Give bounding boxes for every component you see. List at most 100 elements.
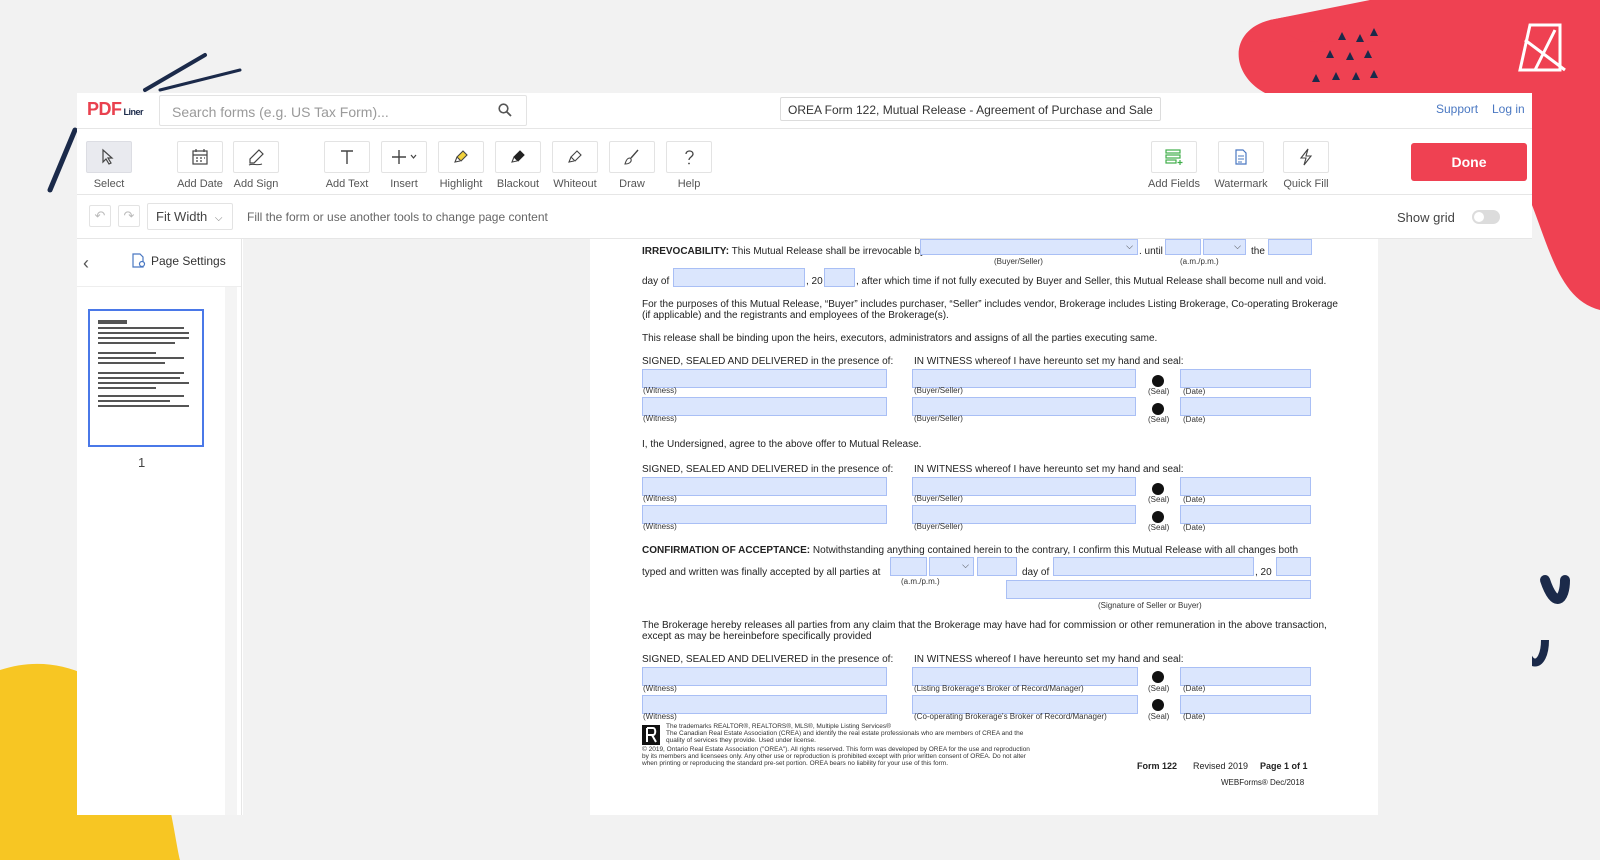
accept-day-field[interactable] bbox=[977, 557, 1017, 576]
witness-field-3b[interactable] bbox=[642, 695, 887, 714]
witness-caption: (Witness) bbox=[643, 386, 677, 395]
highlight-label: Highlight bbox=[439, 178, 483, 190]
until-text: . until bbox=[1139, 246, 1163, 257]
login-link[interactable]: Log in bbox=[1492, 102, 1525, 116]
seal-icon bbox=[1152, 671, 1164, 683]
search-input[interactable]: Search forms (e.g. US Tax Form)... bbox=[159, 95, 527, 126]
quick-fill-tool[interactable]: Quick Fill bbox=[1277, 141, 1335, 190]
add-text-label: Add Text bbox=[325, 178, 369, 190]
zoom-select[interactable]: Fit Width ⌵ bbox=[147, 203, 233, 230]
day-field[interactable] bbox=[1268, 239, 1312, 255]
date-caption: (Date) bbox=[1183, 684, 1206, 693]
thumb-line bbox=[98, 327, 185, 329]
highlight-tool[interactable]: Highlight bbox=[432, 141, 490, 190]
logo-text: PDF bbox=[87, 99, 122, 119]
thumb-line bbox=[98, 337, 190, 339]
add-fields-tool[interactable]: Add Fields bbox=[1145, 141, 1203, 190]
thumb-line bbox=[98, 387, 156, 389]
add-text-tool[interactable]: Add Text bbox=[318, 141, 376, 190]
accept-month-field[interactable] bbox=[1053, 557, 1254, 576]
app-window: PDF Liner Search forms (e.g. US Tax Form)… bbox=[77, 93, 1532, 815]
after-text: , after which time if not fully executed… bbox=[856, 276, 1327, 287]
chevron-down-icon: ⌵ bbox=[1126, 241, 1133, 251]
blackout-tool[interactable]: Blackout bbox=[489, 141, 547, 190]
lightning-icon bbox=[1299, 148, 1313, 166]
page-thumbnail[interactable] bbox=[88, 309, 204, 447]
day-of-text: day of bbox=[642, 276, 670, 287]
show-grid-toggle[interactable] bbox=[1472, 210, 1500, 224]
undo-button[interactable]: ↶ bbox=[89, 205, 111, 227]
accept-ampm-select[interactable]: ⌵ bbox=[929, 557, 974, 576]
select-tool[interactable]: Select bbox=[80, 141, 138, 190]
thumb-line bbox=[98, 320, 127, 324]
signature-field[interactable] bbox=[1006, 580, 1311, 599]
date-field-1a[interactable] bbox=[1180, 369, 1311, 388]
date-field-2b[interactable] bbox=[1180, 505, 1311, 524]
witness-field-1b[interactable] bbox=[642, 397, 887, 416]
calendar-icon bbox=[192, 149, 208, 165]
seal-caption: (Seal) bbox=[1148, 712, 1170, 721]
quick-fill-label: Quick Fill bbox=[1283, 178, 1329, 190]
witness-field-1a[interactable] bbox=[642, 369, 887, 388]
search-icon[interactable] bbox=[498, 103, 512, 117]
insert-tool[interactable]: Insert bbox=[375, 141, 433, 190]
watermark-tool[interactable]: Watermark bbox=[1212, 141, 1270, 190]
witness-field-3a[interactable] bbox=[642, 667, 887, 686]
signature-caption: (Signature of Seller or Buyer) bbox=[1098, 601, 1202, 610]
support-link[interactable]: Support bbox=[1436, 102, 1478, 116]
year-field[interactable] bbox=[824, 268, 855, 287]
buyer-seller-select[interactable]: ⌵ bbox=[920, 239, 1138, 255]
done-button[interactable]: Done bbox=[1411, 143, 1527, 181]
accept-time-field[interactable] bbox=[890, 557, 927, 576]
question-icon bbox=[685, 150, 694, 165]
show-grid-label: Show grid bbox=[1397, 210, 1455, 225]
date-field-2a[interactable] bbox=[1180, 477, 1311, 496]
time-field[interactable] bbox=[1165, 239, 1201, 255]
pdfliner-logo[interactable]: PDF Liner bbox=[87, 99, 144, 120]
seal-caption: (Seal) bbox=[1148, 495, 1170, 504]
add-date-tool[interactable]: Add Date bbox=[171, 141, 229, 190]
pages-sidebar: ‹ Page Settings 1 bbox=[77, 239, 242, 815]
witness-caption: (Witness) bbox=[643, 494, 677, 503]
whiteout-tool[interactable]: Whiteout bbox=[546, 141, 604, 190]
fine-print-6: when printing or reproducing the standar… bbox=[642, 760, 949, 767]
ampm-select[interactable]: ⌵ bbox=[1203, 239, 1246, 255]
undo-icon: ↶ bbox=[94, 208, 106, 223]
add-sign-tool[interactable]: Add Sign bbox=[227, 141, 285, 190]
chevron-down-icon: ⌵ bbox=[1234, 241, 1241, 251]
sidebar-header: ‹ Page Settings bbox=[77, 239, 241, 287]
undersigned-text: I, the Undersigned, agree to the above o… bbox=[642, 439, 922, 450]
thumb-line bbox=[98, 405, 190, 407]
ampm-caption: (a.m./p.m.) bbox=[901, 577, 940, 586]
seal-caption: (Seal) bbox=[1148, 523, 1170, 532]
highlighter-icon bbox=[454, 150, 468, 163]
page-number: 1 bbox=[138, 455, 146, 470]
irrevocability-text: This Mutual Release shall be irrevocable… bbox=[731, 246, 926, 257]
draw-tool[interactable]: Draw bbox=[603, 141, 661, 190]
top-bar: PDF Liner Search forms (e.g. US Tax Form)… bbox=[77, 93, 1532, 129]
listing-broker-caption: (Listing Brokerage's Broker of Record/Ma… bbox=[914, 684, 1084, 693]
seal-caption: (Seal) bbox=[1148, 387, 1170, 396]
witness-caption: (Witness) bbox=[643, 414, 677, 423]
date-caption: (Date) bbox=[1183, 495, 1206, 504]
the-text: the bbox=[1251, 246, 1265, 257]
collapse-sidebar-button[interactable]: ‹ bbox=[83, 253, 89, 274]
revised-text: Revised 2019 bbox=[1193, 761, 1249, 771]
watermark-icon bbox=[1235, 149, 1247, 165]
witness-field-2a[interactable] bbox=[642, 477, 887, 496]
sidebar-scrollbar[interactable] bbox=[225, 287, 237, 815]
year-prefix: , 20 bbox=[806, 276, 823, 287]
witness-field-2b[interactable] bbox=[642, 505, 887, 524]
seal-icon bbox=[1152, 375, 1164, 387]
seal-icon bbox=[1152, 511, 1164, 523]
help-label: Help bbox=[677, 178, 701, 190]
hint-text: Fill the form or use another tools to ch… bbox=[247, 210, 548, 224]
accept-year-field[interactable] bbox=[1276, 557, 1311, 576]
page-settings-label: Page Settings bbox=[151, 254, 226, 268]
month-field[interactable] bbox=[673, 268, 805, 287]
date-field-1b[interactable] bbox=[1180, 397, 1311, 416]
page-settings-button[interactable]: Page Settings bbox=[131, 253, 226, 269]
help-tool[interactable]: Help bbox=[660, 141, 718, 190]
redo-button[interactable]: ↷ bbox=[118, 205, 140, 227]
thumb-line bbox=[98, 332, 190, 334]
